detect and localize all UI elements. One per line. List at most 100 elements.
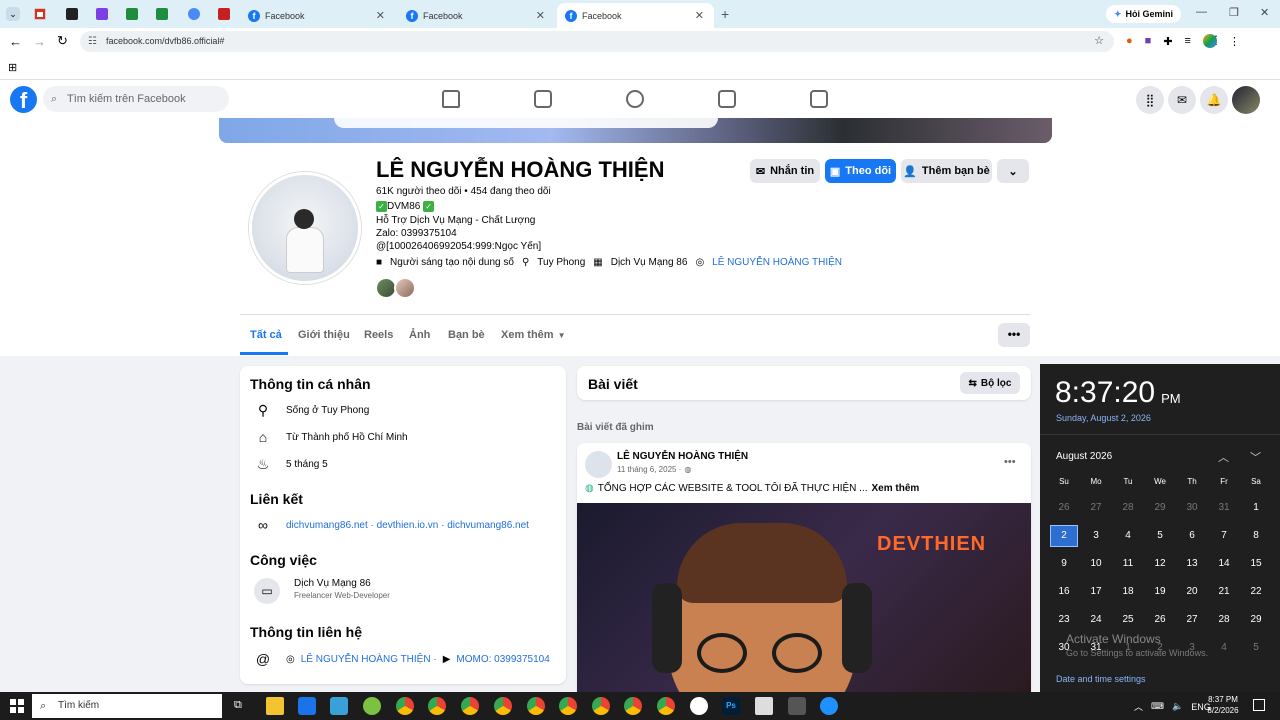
calendar-day[interactable]: 29: [1144, 502, 1176, 513]
contact-instagram-link[interactable]: LÊ NGUYỄN HOÀNG THIỆN ·: [301, 654, 437, 665]
calendar-day[interactable]: 21: [1208, 586, 1240, 597]
calendar-day[interactable]: 23: [1048, 614, 1080, 625]
app-icon[interactable]: [820, 697, 838, 715]
chrome-icon[interactable]: [559, 697, 577, 715]
message-button[interactable]: ✉ Nhắn tin: [750, 159, 820, 183]
reload-button[interactable]: ↻: [57, 33, 68, 49]
site-info-icon[interactable]: ☷: [88, 31, 97, 52]
new-tab-button[interactable]: +: [721, 6, 729, 22]
messenger-icon[interactable]: ✉: [1168, 86, 1196, 114]
tab-all[interactable]: Tất cả: [250, 329, 282, 341]
tab-photos[interactable]: Ảnh: [409, 329, 430, 341]
network-icon[interactable]: ⌨: [1151, 701, 1164, 712]
calendar-day[interactable]: 29: [1240, 614, 1272, 625]
filter-button[interactable]: ⇆ Bộ lọc: [960, 372, 1020, 394]
calendar-day[interactable]: 1: [1112, 642, 1144, 653]
calendar-day[interactable]: 26: [1144, 614, 1176, 625]
browser-tab[interactable]: f Facebook ✕: [398, 3, 555, 28]
sheets-icon[interactable]: [156, 8, 168, 20]
video-icon[interactable]: [534, 90, 552, 108]
app-icon[interactable]: [788, 697, 806, 715]
app-icon[interactable]: [96, 8, 108, 20]
gemini-button[interactable]: ✦ Hỏi Gemini: [1106, 5, 1182, 23]
windows-start-icon[interactable]: [10, 699, 24, 713]
profile-icon[interactable]: [1202, 34, 1217, 48]
avatar[interactable]: [1232, 86, 1260, 114]
calendar-day[interactable]: 30: [1048, 642, 1080, 653]
profile-avatar[interactable]: [249, 172, 361, 284]
calendar-day[interactable]: 31: [1080, 642, 1112, 653]
tab-see-more[interactable]: Xem thêm ▼: [501, 329, 566, 341]
calendar-day[interactable]: 1: [1240, 502, 1272, 513]
task-view-icon[interactable]: ⧉: [234, 699, 242, 712]
clock-date[interactable]: Sunday, August 2, 2026: [1056, 413, 1151, 423]
photoshop-icon[interactable]: Ps: [722, 697, 740, 715]
app-icon[interactable]: [66, 8, 78, 20]
calendar-day[interactable]: 27: [1176, 614, 1208, 625]
calendar-day[interactable]: 3: [1176, 642, 1208, 653]
restore-button[interactable]: ❐: [1229, 6, 1239, 19]
post-image[interactable]: DEVTHIEN: [577, 503, 1031, 693]
close-window-button[interactable]: ✕: [1260, 6, 1269, 19]
app-icon[interactable]: [363, 697, 381, 715]
close-icon[interactable]: ✕: [376, 9, 385, 22]
extension-icon[interactable]: ■: [1145, 35, 1152, 47]
tab-reels[interactable]: Reels: [364, 329, 393, 341]
calendar-day[interactable]: 27: [1080, 502, 1112, 513]
calendar-day[interactable]: 13: [1176, 558, 1208, 569]
gmail-icon[interactable]: [34, 8, 46, 20]
volume-icon[interactable]: 🔈: [1172, 701, 1183, 712]
calculator-icon[interactable]: [755, 697, 773, 715]
calendar-day[interactable]: 28: [1112, 502, 1144, 513]
calendar-month[interactable]: August 2026: [1056, 451, 1112, 462]
app-icon[interactable]: [188, 8, 200, 20]
chrome-icon[interactable]: [592, 697, 610, 715]
calendar-day[interactable]: 18: [1112, 586, 1144, 597]
contact-momo-link[interactable]: MOMO: 0399375104: [456, 654, 549, 665]
calendar-day[interactable]: 26: [1048, 502, 1080, 513]
add-friend-button[interactable]: 👤 Thêm bạn bè: [901, 159, 992, 183]
date-time-settings-link[interactable]: Date and time settings: [1056, 674, 1146, 684]
file-explorer-icon[interactable]: [266, 697, 284, 715]
marketplace-icon[interactable]: [810, 90, 828, 108]
chrome-icon[interactable]: [657, 697, 675, 715]
app-icon[interactable]: [690, 697, 708, 715]
home-icon[interactable]: [442, 90, 460, 108]
calendar-day[interactable]: 31: [1208, 502, 1240, 513]
see-more-link[interactable]: Xem thêm: [872, 483, 920, 494]
calendar-day[interactable]: 16: [1048, 586, 1080, 597]
calendar-day[interactable]: 11: [1112, 558, 1144, 569]
app-icon[interactable]: [298, 697, 316, 715]
calendar-day[interactable]: 24: [1080, 614, 1112, 625]
calendar-day[interactable]: 3: [1080, 530, 1112, 541]
chevron-up-icon[interactable]: ︿: [1218, 449, 1229, 465]
calendar-day[interactable]: 25: [1112, 614, 1144, 625]
links-text[interactable]: dichvumang86.net · devthien.io.vn · dich…: [286, 520, 529, 531]
tab-search-button[interactable]: ⌄: [6, 7, 20, 21]
calendar-day[interactable]: 20: [1176, 586, 1208, 597]
puzzle-icon[interactable]: ✚: [1163, 35, 1172, 48]
close-icon[interactable]: ✕: [536, 9, 545, 22]
more-options-button[interactable]: ⌄: [997, 159, 1029, 183]
calendar-day[interactable]: 7: [1208, 530, 1240, 541]
minimize-button[interactable]: —: [1196, 6, 1207, 18]
chrome-icon[interactable]: [461, 697, 479, 715]
calendar-day[interactable]: 17: [1080, 586, 1112, 597]
chrome-icon[interactable]: [396, 697, 414, 715]
browser-tab-active[interactable]: f Facebook ✕: [557, 3, 714, 28]
chevron-up-icon[interactable]: ︿: [1134, 700, 1143, 713]
instagram-link[interactable]: LÊ NGUYỄN HOÀNG THIỆN: [712, 257, 842, 268]
app-icon[interactable]: [218, 8, 230, 20]
search-input[interactable]: ⌕ Tìm kiếm trên Facebook: [43, 86, 229, 112]
extension-icon[interactable]: ●: [1126, 35, 1133, 47]
friend-avatar[interactable]: [394, 277, 416, 299]
facebook-logo-icon[interactable]: f: [10, 86, 37, 113]
calendar-day[interactable]: 22: [1240, 586, 1272, 597]
chrome-icon[interactable]: [428, 697, 446, 715]
chrome-icon[interactable]: [527, 697, 545, 715]
chrome-icon[interactable]: [624, 697, 642, 715]
calendar-day[interactable]: 14: [1208, 558, 1240, 569]
calendar-day[interactable]: 9: [1048, 558, 1080, 569]
calendar-day[interactable]: 5: [1240, 642, 1272, 653]
follower-counts[interactable]: 61K người theo dõi • 454 đang theo dõi: [376, 186, 551, 197]
